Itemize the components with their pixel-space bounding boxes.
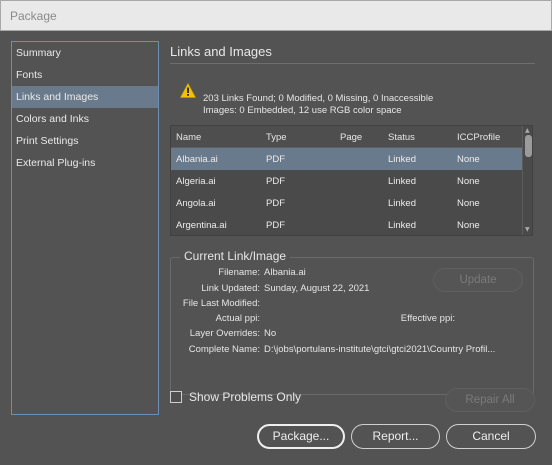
cell-iccprofile: None [457, 198, 480, 209]
sidebar-item-external-plug-ins[interactable]: External Plug-ins [12, 152, 158, 174]
cell-type: PDF [266, 198, 285, 209]
scrollbar-thumb[interactable] [525, 135, 532, 157]
category-list: Summary Fonts Links and Images Colors an… [11, 41, 159, 415]
sidebar-item-fonts[interactable]: Fonts [12, 64, 158, 86]
sidebar-item-links-and-images[interactable]: Links and Images [12, 86, 158, 108]
column-header-status[interactable]: Status [388, 132, 415, 143]
table-header: Name Type Page Status ICCProfile [171, 126, 522, 148]
cell-type: PDF [266, 220, 285, 231]
scroll-up-icon[interactable]: ▲ [525, 128, 530, 134]
cell-name: Angola.ai [176, 198, 216, 209]
column-header-page[interactable]: Page [340, 132, 362, 143]
links-summary-images: Images: 0 Embedded, 12 use RGB color spa… [203, 105, 402, 116]
show-problems-checkbox[interactable] [170, 391, 182, 403]
package-button[interactable]: Package... [257, 424, 345, 449]
window-title: Package [10, 9, 57, 23]
sidebar-item-colors-and-inks[interactable]: Colors and Inks [12, 108, 158, 130]
cell-status: Linked [388, 176, 416, 187]
complete-name-value: D:\jobs\portulans-institute\gtci\gtci202… [264, 344, 496, 355]
cell-iccprofile: None [457, 176, 480, 187]
cell-status: Linked [388, 154, 416, 165]
effective-ppi-label: Effective ppi: [400, 313, 455, 324]
column-header-name[interactable]: Name [176, 132, 201, 143]
cell-status: Linked [388, 220, 416, 231]
show-problems-label[interactable]: Show Problems Only [189, 390, 301, 404]
actual-ppi-label: Actual ppi: [215, 313, 260, 324]
cancel-button[interactable]: Cancel [446, 424, 536, 449]
report-button[interactable]: Report... [351, 424, 440, 449]
links-summary: 203 Links Found; 0 Modified, 0 Missing, … [203, 93, 433, 117]
cell-name: Albania.ai [176, 154, 218, 165]
column-header-iccprofile[interactable]: ICCProfile [457, 132, 500, 143]
file-last-modified-label: File Last Modified: [182, 298, 260, 309]
table-row[interactable]: Argentina.ai PDF Linked None [171, 214, 522, 235]
cell-status: Linked [388, 198, 416, 209]
layer-overrides-value: No [264, 328, 277, 339]
links-summary-counts: 203 Links Found; 0 Modified, 0 Missing, … [203, 93, 434, 104]
section-divider [170, 63, 535, 64]
section-title: Links and Images [170, 44, 272, 59]
table-row[interactable]: Albania.ai PDF Linked None [171, 148, 522, 170]
warning-icon [180, 83, 196, 98]
package-dialog: Summary Fonts Links and Images Colors an… [0, 31, 552, 465]
layer-overrides-label: Layer Overrides: [189, 328, 260, 339]
filename-value: Albania.ai [264, 267, 306, 278]
sidebar-item-print-settings[interactable]: Print Settings [12, 130, 158, 152]
complete-name-label: Complete Name: [188, 344, 260, 355]
current-link-title: Current Link/Image [180, 249, 291, 263]
table-scrollbar[interactable]: ▲ ▼ [522, 126, 532, 235]
scroll-down-icon[interactable]: ▼ [525, 227, 530, 233]
repair-all-button[interactable]: Repair All [445, 388, 535, 412]
link-updated-value: Sunday, August 22, 2021 [264, 283, 370, 294]
column-header-type[interactable]: Type [266, 132, 287, 143]
cell-name: Argentina.ai [176, 220, 227, 231]
title-bar: Package [0, 0, 552, 31]
cell-iccprofile: None [457, 220, 480, 231]
cell-type: PDF [266, 154, 285, 165]
cell-name: Algeria.ai [176, 176, 216, 187]
link-updated-label: Link Updated: [201, 283, 260, 294]
filename-label: Filename: [218, 267, 260, 278]
sidebar-item-summary[interactable]: Summary [12, 42, 158, 64]
table-row[interactable]: Algeria.ai PDF Linked None [171, 170, 522, 192]
table-row[interactable]: Angola.ai PDF Linked None [171, 192, 522, 214]
cell-type: PDF [266, 176, 285, 187]
update-button[interactable]: Update [433, 268, 523, 292]
cell-iccprofile: None [457, 154, 480, 165]
links-table: Name Type Page Status ICCProfile Albania… [170, 125, 533, 236]
